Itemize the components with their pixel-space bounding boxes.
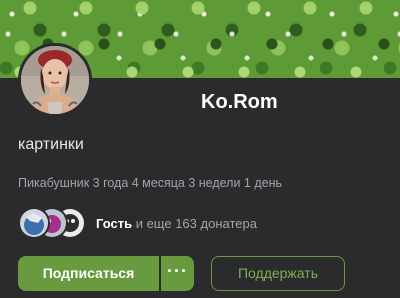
donators-row[interactable]: Гость и еще 163 донатера: [18, 207, 318, 241]
profile-avatar[interactable]: [18, 43, 92, 117]
donators-rest-text: и еще 163 донатера: [132, 216, 257, 231]
subscribe-button-group: Подписаться ···: [18, 256, 194, 291]
profile-username: Ko.Rom: [201, 91, 278, 113]
donators-summary: Гость и еще 163 донатера: [96, 216, 257, 232]
subscribe-button[interactable]: Подписаться: [18, 256, 159, 291]
avatar-portrait-image: [21, 46, 89, 114]
donator-first-name: Гость: [96, 216, 133, 231]
support-button[interactable]: Поддержать: [211, 256, 345, 291]
donator-avatar: [18, 207, 50, 239]
profile-description: картинки: [18, 136, 84, 153]
more-options-button[interactable]: ···: [161, 256, 194, 291]
profile-tenure: Пикабушник 3 года 4 месяца 3 недели 1 де…: [18, 176, 283, 190]
